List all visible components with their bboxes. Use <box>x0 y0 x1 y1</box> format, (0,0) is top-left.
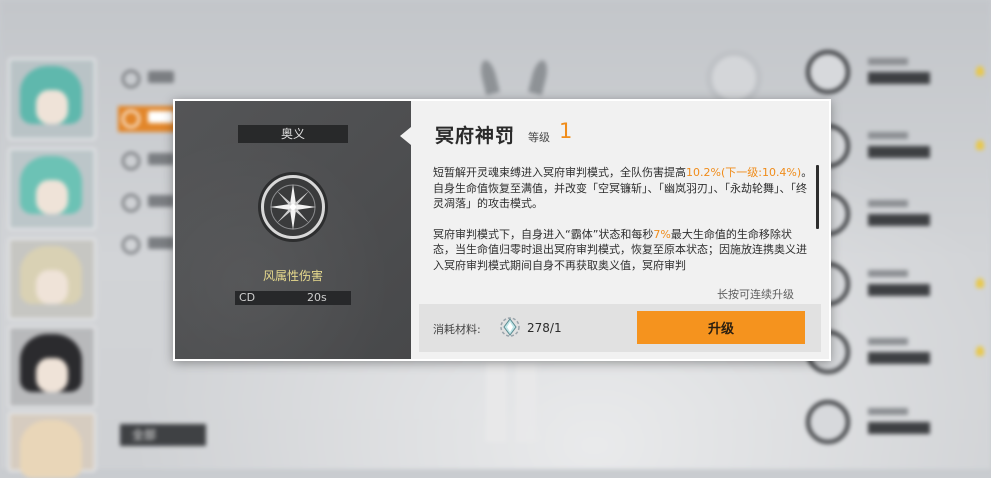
cooldown-value: 20s <box>307 291 327 304</box>
filter-all-button[interactable]: 全部 <box>120 424 206 446</box>
character-legs <box>486 362 536 442</box>
description-highlight: 7% <box>653 227 671 241</box>
compass-star-icon <box>261 175 325 239</box>
skill-list-item[interactable] <box>800 46 984 100</box>
level-value: 1 <box>559 119 573 143</box>
character-card[interactable] <box>8 412 96 478</box>
cooldown-label: CD <box>239 291 256 304</box>
description-highlight: 10.2%(下一级:10.4%) <box>686 166 802 179</box>
character-ears <box>482 60 546 104</box>
description-paragraph: 短暂解开灵魂束缚进入冥府审判模式，全队伤害提高10.2%(下一级:10.4%)。… <box>433 165 813 212</box>
menu-item[interactable] <box>118 66 188 92</box>
upgrade-button[interactable]: 升级 <box>637 311 805 344</box>
cooldown-bar: CD 20s <box>235 291 351 305</box>
cost-value: 278/1 <box>527 321 562 335</box>
description-text: 冥府审判模式下，自身进入“霸体”状态和每秒 <box>433 227 654 241</box>
skill-list-item[interactable] <box>800 396 970 450</box>
description-paragraph: 冥府审判模式下，自身进入“霸体”状态和每秒7%最大生命值的生命移除状态，当生命值… <box>433 227 813 274</box>
panel-pointer <box>400 127 411 145</box>
skill-title: 冥府神罚 <box>435 125 516 147</box>
character-card[interactable] <box>8 148 96 230</box>
description-scrollbar[interactable] <box>816 165 819 229</box>
emblem-icon <box>706 50 762 106</box>
skill-detail-panel: 奥义 风属性伤害 CD 20s 冥府神罚 等级 1 短暂解开灵魂束缚进入冥府审判… <box>173 99 831 361</box>
upgrade-bar: 消耗材料: 278/1 升级 <box>419 304 821 352</box>
level-label: 等级 <box>528 131 550 144</box>
crystal-icon[interactable] <box>499 316 521 338</box>
skill-type-label: 奥义 <box>238 125 348 143</box>
character-card[interactable] <box>8 58 96 140</box>
description-text: 短暂解开灵魂束缚进入冥府审判模式，全队伤害提高 <box>433 166 686 179</box>
cost-label: 消耗材料: <box>433 323 481 336</box>
character-card[interactable] <box>8 238 96 320</box>
character-card[interactable] <box>8 326 96 408</box>
damage-type-label: 风属性伤害 <box>262 269 323 283</box>
skill-overview: 奥义 风属性伤害 CD 20s <box>175 101 411 359</box>
hold-upgrade-hint: 长按可连续升级 <box>717 288 794 301</box>
skill-description[interactable]: 短暂解开灵魂束缚进入冥府审判模式，全队伤害提高10.2%(下一级:10.4%)。… <box>433 165 813 275</box>
